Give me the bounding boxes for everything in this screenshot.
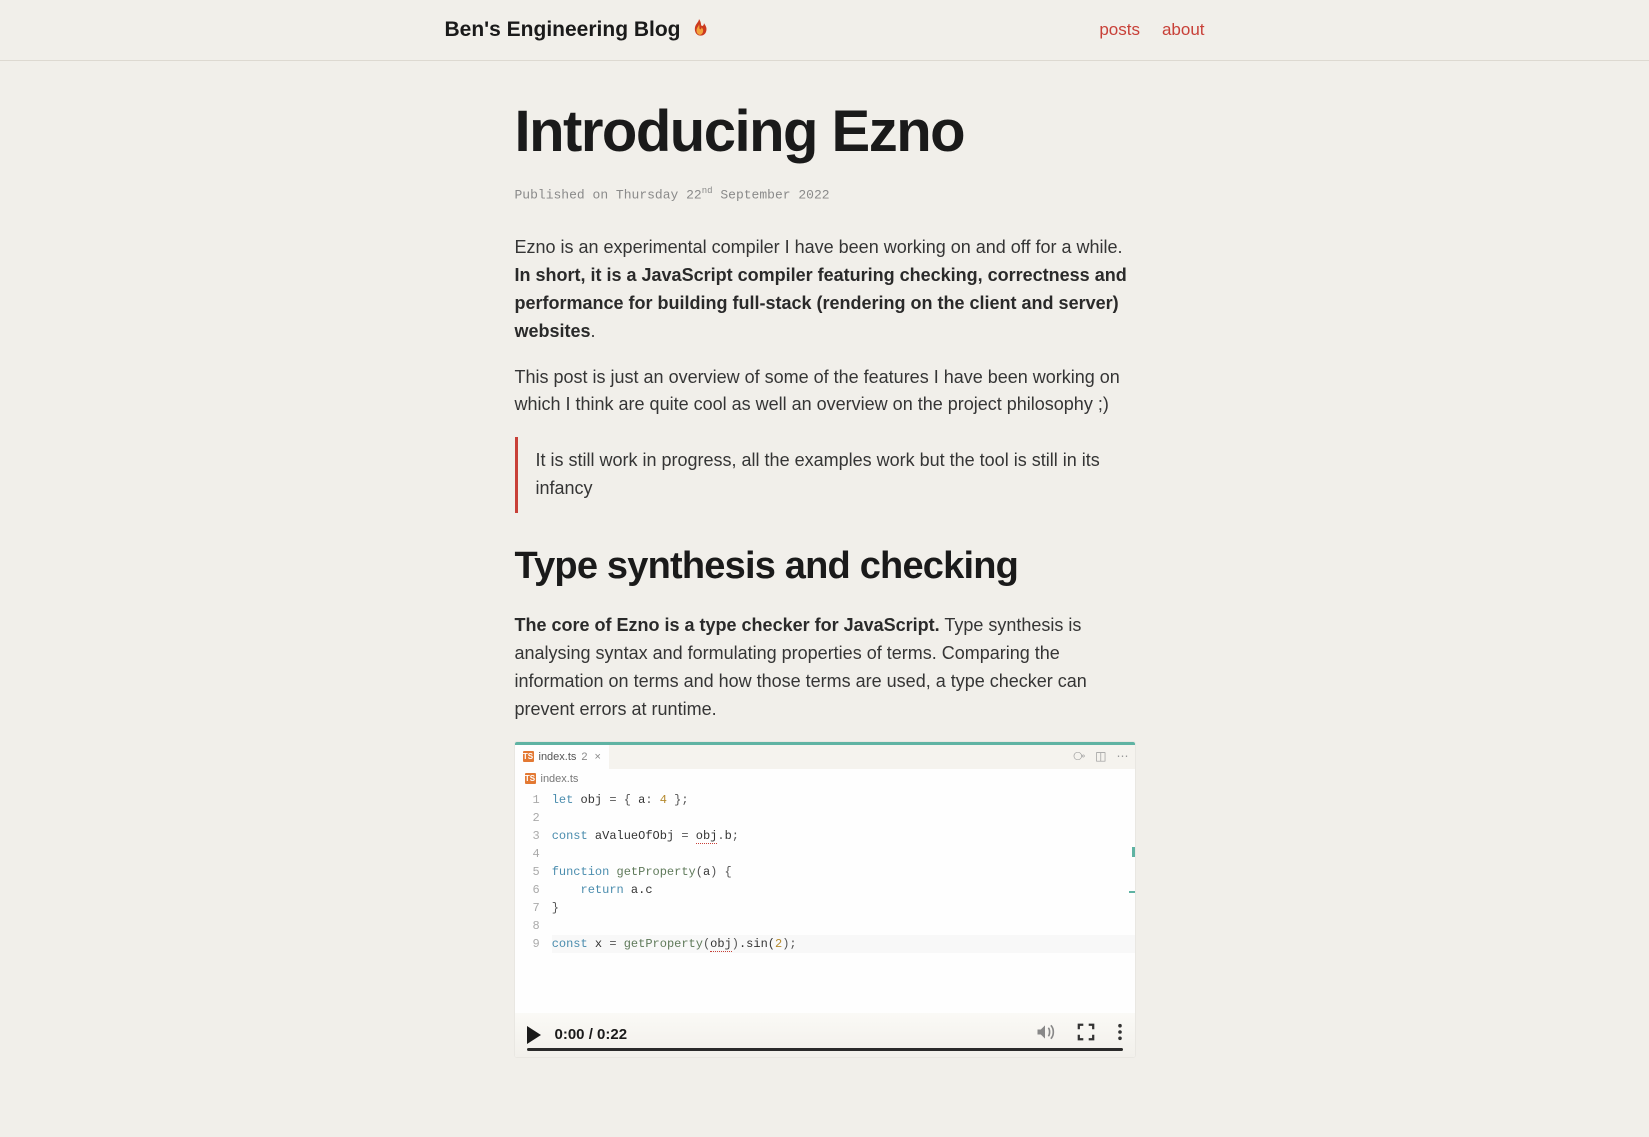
p1-text-a: Ezno is an experimental compiler I have … [515,237,1123,257]
date-suffix: September 2022 [713,187,830,202]
code-line: } [552,899,1135,917]
top-nav: posts about [1099,20,1204,40]
lineno: 7 [533,899,540,917]
ts-file-icon: TS [525,773,536,784]
code-line [552,809,1135,827]
site-title-text: Ben's Engineering Blog [445,18,681,42]
editor-breadcrumb: TS index.ts [515,769,1135,789]
code-area: 1 2 3 4 5 6 7 8 9 let obj = { a: 4 }; co… [515,789,1135,1013]
lineno: 4 [533,845,540,863]
nav-about[interactable]: about [1162,20,1205,40]
fullscreen-icon[interactable] [1077,1023,1095,1046]
date-ordinal: nd [702,186,713,196]
video-time: 0:00 / 0:22 [555,1026,628,1043]
intro-paragraph-2: This post is just an overview of some of… [515,364,1135,420]
post-title: Introducing Ezno [515,101,1135,164]
p1-text-c: . [591,321,596,341]
line-gutter: 1 2 3 4 5 6 7 8 9 [515,791,552,953]
quote-text: It is still work in progress, all the ex… [536,447,1135,503]
editor-tab[interactable]: TS index.ts 2 × [515,745,609,769]
section-heading: Type synthesis and checking [515,545,1135,588]
intro-paragraph-1: Ezno is an experimental compiler I have … [515,234,1135,346]
fire-icon [689,19,709,41]
more-icon[interactable] [1117,1023,1123,1046]
time-sep: / [585,1026,598,1043]
progress-bar[interactable] [527,1048,1123,1051]
code-video: TS index.ts 2 × ⧂ ◫ ⋯ TS index.ts 1 2 [515,742,1135,1057]
nav-posts[interactable]: posts [1099,20,1140,40]
date-prefix: Published on Thursday 22 [515,187,702,202]
section-paragraph: The core of Ezno is a type checker for J… [515,612,1135,724]
post-date: Published on Thursday 22nd September 202… [515,186,1135,202]
more-actions-icon[interactable]: ⋯ [1117,749,1129,764]
lineno: 1 [533,791,540,809]
code-line: function getProperty(a) { [552,863,1135,881]
minimap-marker [1132,847,1135,857]
tab-filename: index.ts [539,751,577,763]
code-line [552,845,1135,863]
volume-icon[interactable] [1035,1023,1055,1046]
editor-tab-bar: TS index.ts 2 × ⧂ ◫ ⋯ [515,745,1135,769]
lineno: 3 [533,827,540,845]
tab-problem-count: 2 [581,751,587,763]
site-title[interactable]: Ben's Engineering Blog [445,18,709,42]
site-header: Ben's Engineering Blog posts about [0,0,1649,61]
code-line: const aValueOfObj = obj.b; [552,827,1135,845]
p1-text-b: In short, it is a JavaScript compiler fe… [515,265,1127,341]
minimap-marker [1129,891,1135,893]
time-total: 0:22 [597,1026,627,1043]
code-line: let obj = { a: 4 }; [552,791,1135,809]
code-line: return a.c [552,881,1135,899]
lineno: 2 [533,809,540,827]
lineno: 6 [533,881,540,899]
toggle-preview-icon[interactable]: ⧂ [1073,749,1085,764]
lineno: 9 [533,935,540,953]
breadcrumb-filename: index.ts [541,773,579,785]
ts-file-icon: TS [523,751,534,762]
p3-bold: The core of Ezno is a type checker for J… [515,615,940,635]
wip-quote: It is still work in progress, all the ex… [515,437,1135,513]
code-line [552,917,1135,935]
lineno: 5 [533,863,540,881]
close-icon[interactable]: × [595,751,601,763]
code-line: const x = getProperty(obj).sin(2); [552,935,1135,953]
lineno: 8 [533,917,540,935]
split-editor-icon[interactable]: ◫ [1095,749,1106,764]
code-lines: let obj = { a: 4 }; const aValueOfObj = … [552,791,1135,953]
post-main: Introducing Ezno Published on Thursday 2… [515,61,1135,1137]
video-controls: 0:00 / 0:22 [515,1013,1135,1057]
play-button[interactable] [527,1026,541,1044]
time-current: 0:00 [555,1026,585,1043]
